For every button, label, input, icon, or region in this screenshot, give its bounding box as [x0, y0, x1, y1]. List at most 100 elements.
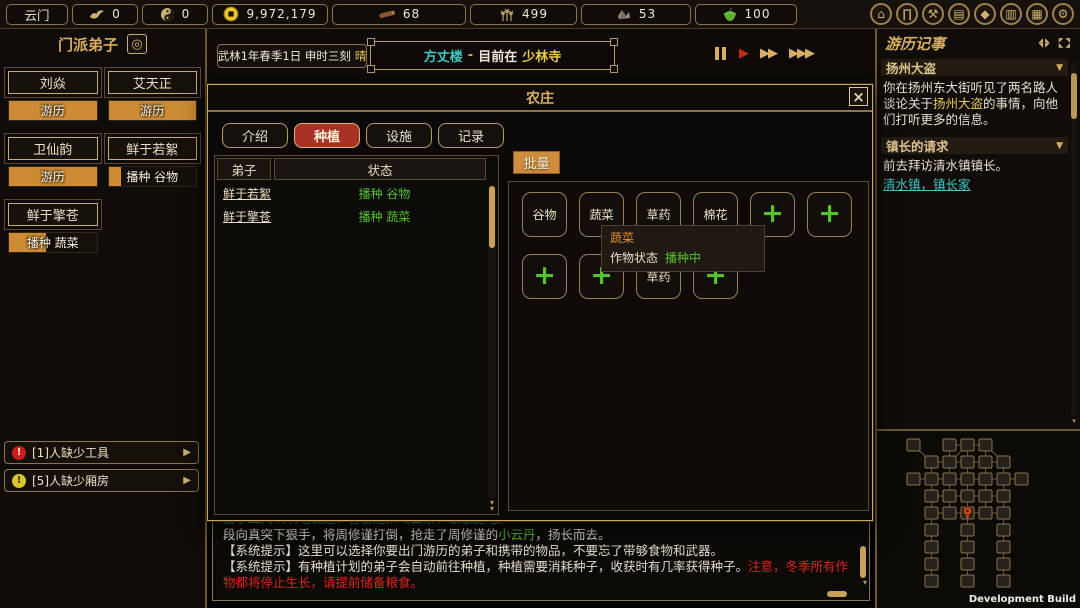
map-room-node[interactable] [997, 507, 1010, 519]
disciple-name[interactable]: 艾天正 [108, 71, 198, 94]
crop-plot-tile[interactable]: 谷物 [522, 192, 567, 237]
map-room-node[interactable] [997, 473, 1010, 485]
map-room-node[interactable] [979, 456, 992, 468]
library-button[interactable]: ▦ [1026, 3, 1048, 25]
map-room-node[interactable] [979, 439, 992, 451]
map-room-node[interactable] [979, 473, 992, 485]
journal-entry-title[interactable]: 扬州大盗▼ [881, 59, 1068, 76]
map-room-node[interactable] [925, 456, 938, 468]
table-scroll-down-icon[interactable]: ▾▾ [488, 500, 496, 512]
coin-resource-box[interactable]: 9,972,179 [212, 4, 328, 25]
map-room-node[interactable] [961, 558, 974, 570]
empty-plot-tile[interactable]: + [522, 254, 567, 299]
inventory-bag-button[interactable]: ◆ [974, 3, 996, 25]
map-room-node[interactable] [925, 524, 938, 536]
table-row[interactable]: 鲜于若絮播种 谷物 [215, 182, 498, 205]
yinyang-resource-box[interactable]: 0 [142, 4, 208, 25]
fastest-forward-icon[interactable]: ▶▶▶ [789, 47, 813, 60]
town-gate-button[interactable]: ∏ [896, 3, 918, 25]
map-room-node[interactable] [907, 473, 920, 485]
play-icon[interactable]: ▶ [739, 47, 747, 60]
map-room-node[interactable] [1015, 473, 1028, 485]
table-row[interactable]: 鲜于擎苍播种 蔬菜 [215, 205, 498, 228]
map-room-node[interactable] [961, 490, 974, 502]
map-room-node[interactable] [961, 439, 974, 451]
cloth-resource-box[interactable]: 53 [581, 4, 691, 25]
journal-scroll-down-icon[interactable]: ▾ [1070, 417, 1078, 425]
map-room-node[interactable] [979, 507, 992, 519]
disciple-status-badge[interactable]: 游历 [8, 166, 98, 187]
quest-scroll-button[interactable]: ▤ [948, 3, 970, 25]
map-room-node[interactable] [997, 575, 1010, 587]
settings-gear-button[interactable]: ⚙ [1052, 3, 1074, 25]
wood-resource-box[interactable]: 68 [332, 4, 466, 25]
disciple-name[interactable]: 鲜于擎苍 [8, 203, 98, 226]
crafting-button[interactable]: ⚒ [922, 3, 944, 25]
eye-visibility-icon[interactable]: ◎ [127, 34, 147, 54]
tab-records[interactable]: 记录 [438, 123, 504, 148]
map-room-node[interactable] [925, 541, 938, 553]
disciple-name[interactable]: 刘焱 [8, 71, 98, 94]
vegetable-resource-box[interactable]: 100 [695, 4, 797, 25]
map-room-node[interactable] [961, 575, 974, 587]
tab-planting[interactable]: 种植 [294, 123, 360, 148]
map-room-node[interactable] [997, 541, 1010, 553]
log-vertical-scrollbar[interactable] [860, 546, 866, 578]
map-room-node[interactable] [925, 473, 938, 485]
warning-item[interactable]: ![1]人缺少工具▶ [4, 441, 199, 464]
map-room-node[interactable] [997, 456, 1010, 468]
disciple-status-badge[interactable]: 播种 谷物 [108, 166, 198, 187]
warning-item[interactable]: ![5]人缺少厢房▶ [4, 469, 199, 492]
location-link[interactable]: 清水镇，镇长家 [883, 177, 1066, 193]
map-room-node[interactable] [997, 490, 1010, 502]
table-scrollbar-thumb[interactable] [489, 186, 495, 248]
sect-name-box[interactable]: 云门 [6, 4, 68, 25]
disciple-name[interactable]: 卫仙韵 [8, 137, 98, 160]
sect-hall-button[interactable]: ⌂ [870, 3, 892, 25]
pause-icon[interactable] [715, 47, 726, 60]
manual-book-button[interactable]: ▥ [1000, 3, 1022, 25]
map-room-node[interactable] [943, 473, 956, 485]
tab-facilities[interactable]: 设施 [366, 123, 432, 148]
disciple-name[interactable]: 鲜于若絮 [108, 137, 198, 160]
map-room-node[interactable] [961, 541, 974, 553]
log-scroll-down-icon[interactable]: ▾ [863, 578, 867, 587]
journal-entry-title[interactable]: 镇长的请求▼ [881, 137, 1068, 154]
map-room-node[interactable] [943, 490, 956, 502]
disciple-status-badge[interactable]: 游历 [108, 100, 198, 121]
grain-resource-box[interactable]: 499 [470, 4, 577, 25]
expand-all-icon[interactable]: ◤◥◣◢ [1059, 38, 1072, 48]
table-scrollbar-track[interactable] [488, 184, 496, 498]
map-room-node[interactable] [925, 575, 938, 587]
yinyang-icon [160, 7, 175, 22]
disciple-status-badge[interactable]: 游历 [8, 100, 98, 121]
batch-button[interactable]: 批量 [513, 151, 560, 174]
spirit-bird-resource-box[interactable]: 0 [72, 4, 138, 25]
log-line: 【系统提示】有种植计划的弟子会自动前往种植，种植需要消耗种子，收获时有几率获得种… [223, 559, 851, 591]
collapse-all-icon[interactable]: ◢◣◥◤ [1039, 38, 1052, 48]
map-room-node[interactable] [907, 439, 920, 451]
map-room-node[interactable] [925, 490, 938, 502]
map-room-node[interactable] [943, 456, 956, 468]
close-icon[interactable]: × [849, 87, 868, 106]
expand-arrow-icon: ▶ [183, 475, 191, 486]
log-line: 【系统提示】这里可以选择你要出门游历的弟子和携带的物品，不要忘了带够食物和武器。 [223, 543, 851, 559]
map-room-node[interactable] [925, 558, 938, 570]
map-room-node[interactable] [961, 456, 974, 468]
map-room-node[interactable] [997, 524, 1010, 536]
map-room-node[interactable] [979, 490, 992, 502]
map-room-node[interactable] [961, 524, 974, 536]
map-room-node[interactable] [925, 507, 938, 519]
map-room-node[interactable] [961, 473, 974, 485]
tab-intro[interactable]: 介绍 [222, 123, 288, 148]
crop-label: 谷物 [532, 206, 556, 223]
map-room-node[interactable] [943, 507, 956, 519]
corner-bracket [610, 38, 618, 46]
fast-forward-icon[interactable]: ▶▶ [760, 47, 776, 60]
disciple-status-badge[interactable]: 播种 蔬菜 [8, 232, 98, 253]
map-room-node[interactable] [943, 439, 956, 451]
map-room-node[interactable] [997, 558, 1010, 570]
journal-scrollbar-thumb[interactable] [1071, 73, 1077, 119]
empty-plot-tile[interactable]: + [807, 192, 852, 237]
log-horizontal-scrollbar[interactable] [827, 591, 847, 597]
